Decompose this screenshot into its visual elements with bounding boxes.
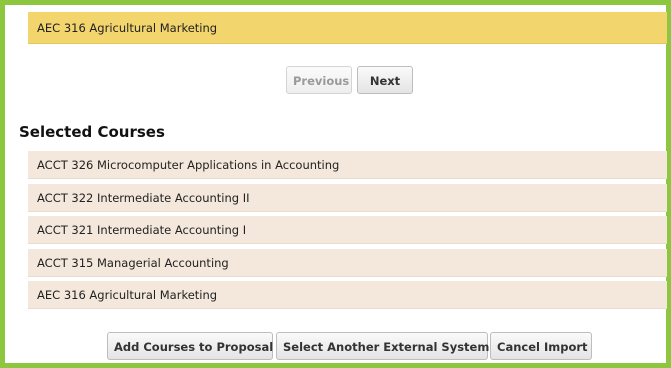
next-button[interactable]: Next <box>357 66 413 94</box>
selected-course-item[interactable]: ACCT 321 Intermediate Accounting I <box>28 216 667 245</box>
selected-course-item[interactable]: AEC 316 Agricultural Marketing <box>28 281 667 310</box>
action-bar: Add Courses to Proposal Select Another E… <box>5 332 666 362</box>
search-result-item[interactable]: AEC 316 Agricultural Marketing <box>28 12 667 44</box>
selected-course-item[interactable]: ACCT 322 Intermediate Accounting II <box>28 183 667 212</box>
pagination: Previous Next <box>5 66 666 96</box>
selected-course-item[interactable]: ACCT 315 Managerial Accounting <box>28 248 667 277</box>
select-another-system-button[interactable]: Select Another External System <box>276 332 489 360</box>
import-panel: AEC 316 Agricultural Marketing Previous … <box>0 0 671 368</box>
selected-courses-list: ACCT 326 Microcomputer Applications in A… <box>28 151 667 314</box>
cancel-import-button[interactable]: Cancel Import <box>490 332 592 360</box>
selected-course-item[interactable]: ACCT 326 Microcomputer Applications in A… <box>28 151 667 179</box>
add-courses-button[interactable]: Add Courses to Proposal <box>107 332 273 360</box>
selected-courses-heading: Selected Courses <box>19 123 165 141</box>
previous-button[interactable]: Previous <box>286 66 352 94</box>
